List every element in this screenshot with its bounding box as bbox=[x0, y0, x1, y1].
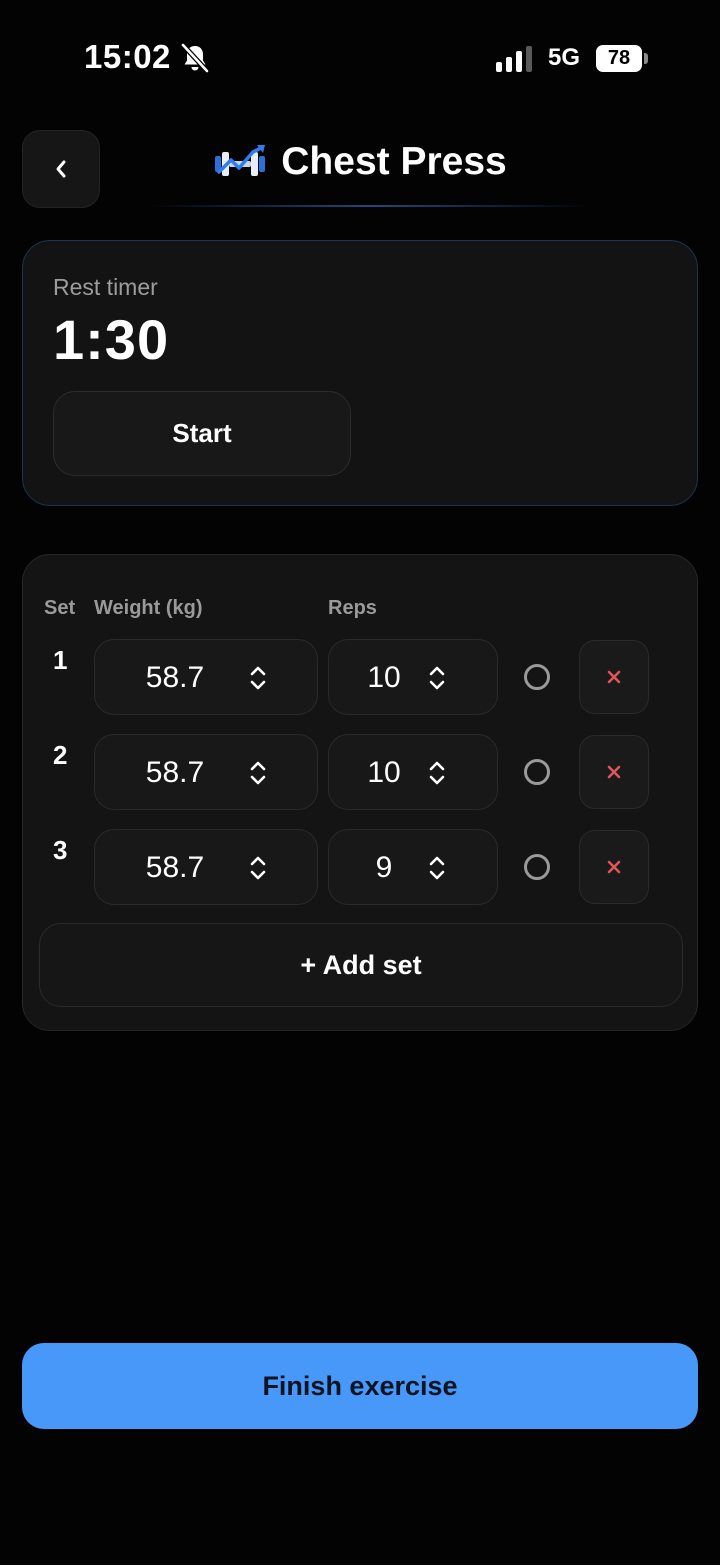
bell-slash-icon bbox=[181, 43, 209, 73]
reps-value: 10 bbox=[367, 661, 401, 694]
updown-chevron-icon bbox=[429, 761, 445, 785]
network-label: 5G bbox=[548, 44, 581, 71]
weight-value: 58.7 bbox=[145, 756, 205, 789]
updown-chevron-icon bbox=[250, 761, 266, 785]
column-header-weight: Weight (kg) bbox=[94, 597, 203, 619]
reps-stepper[interactable]: 9 bbox=[328, 829, 498, 905]
x-icon bbox=[607, 860, 621, 874]
reps-stepper[interactable]: 10 bbox=[328, 734, 498, 810]
set-row: 3 58.7 9 bbox=[23, 829, 699, 907]
weight-stepper[interactable]: 58.7 bbox=[94, 639, 318, 715]
circle-check-icon[interactable] bbox=[524, 759, 550, 785]
set-number: 3 bbox=[53, 835, 68, 865]
x-icon bbox=[607, 670, 621, 684]
back-chevron-icon bbox=[56, 160, 66, 178]
delete-set-button[interactable] bbox=[579, 830, 649, 904]
delete-set-button[interactable] bbox=[579, 735, 649, 809]
sets-card: Set Weight (kg) Reps 1 58.7 10 2 58.7 10 bbox=[22, 554, 698, 1031]
weight-stepper[interactable]: 58.7 bbox=[94, 734, 318, 810]
title-underline bbox=[150, 205, 590, 207]
delete-set-button[interactable] bbox=[579, 640, 649, 714]
back-button[interactable] bbox=[22, 130, 100, 208]
weight-stepper[interactable]: 58.7 bbox=[94, 829, 318, 905]
circle-check-icon[interactable] bbox=[524, 854, 550, 880]
updown-chevron-icon bbox=[429, 666, 445, 690]
page-title-group: Chest Press bbox=[213, 140, 507, 184]
rest-timer-value: 1:30 bbox=[53, 308, 170, 371]
page-title: Chest Press bbox=[281, 140, 507, 183]
column-header-set: Set bbox=[44, 597, 76, 619]
updown-chevron-icon bbox=[429, 856, 445, 880]
set-row: 1 58.7 10 bbox=[23, 639, 699, 717]
signal-icon bbox=[496, 46, 532, 72]
reps-value: 9 bbox=[375, 851, 393, 884]
column-header-reps: Reps bbox=[328, 597, 377, 619]
start-timer-button[interactable]: Start bbox=[53, 391, 351, 476]
add-set-button[interactable]: + Add set bbox=[39, 923, 683, 1007]
x-icon bbox=[607, 765, 621, 779]
reps-value: 10 bbox=[367, 756, 401, 789]
updown-chevron-icon bbox=[250, 856, 266, 880]
reps-stepper[interactable]: 10 bbox=[328, 639, 498, 715]
battery-tip bbox=[644, 53, 648, 64]
rest-timer-card: Rest timer 1:30 Start bbox=[22, 240, 698, 506]
status-time: 15:02 bbox=[84, 38, 171, 75]
set-row: 2 58.7 10 bbox=[23, 734, 699, 812]
battery-icon: 78 bbox=[596, 45, 642, 72]
weight-value: 58.7 bbox=[145, 661, 205, 694]
rest-timer-label: Rest timer bbox=[53, 274, 158, 300]
set-number: 2 bbox=[53, 740, 68, 770]
weight-value: 58.7 bbox=[145, 851, 205, 884]
dumbbell-trend-icon bbox=[215, 145, 266, 176]
finish-exercise-button[interactable]: Finish exercise bbox=[22, 1343, 698, 1429]
set-number: 1 bbox=[53, 645, 68, 675]
circle-check-icon[interactable] bbox=[524, 664, 550, 690]
header: Chest Press bbox=[150, 140, 570, 210]
updown-chevron-icon bbox=[250, 666, 266, 690]
status-bar: 15:02 5G 78 bbox=[0, 0, 720, 110]
